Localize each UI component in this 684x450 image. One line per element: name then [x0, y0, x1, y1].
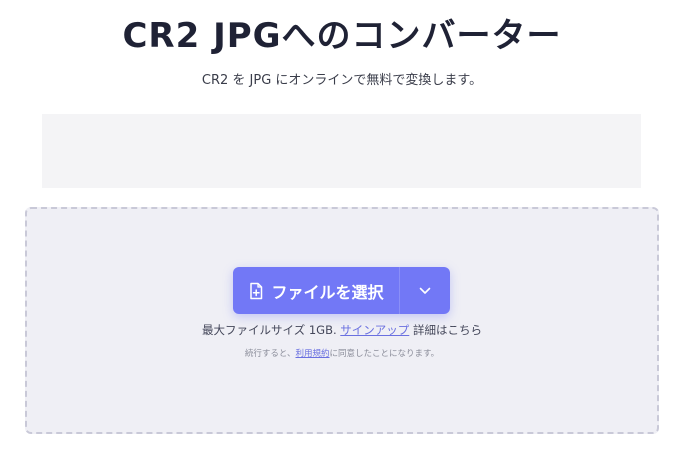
terms-notice: 続行すると、利用規約に同意したことになります。	[0, 348, 684, 360]
page-subtitle: CR2 を JPG にオンラインで無料で変換します。	[201, 73, 483, 88]
max-size-text: 最大ファイルサイズ 1GB.	[202, 323, 337, 337]
page-title: CR2 JPGへのコンバーター	[122, 16, 562, 56]
source-dropdown-toggle[interactable]	[400, 267, 450, 314]
select-file-label: ファイルを選択	[271, 282, 384, 302]
file-select-group: ファイルを選択	[233, 267, 450, 314]
file-plus-icon	[250, 282, 263, 299]
details-text: 詳細はこちら	[412, 323, 482, 337]
signup-link[interactable]: サインアップ	[340, 323, 409, 337]
file-dropzone[interactable]	[25, 207, 659, 434]
terms-link[interactable]: 利用規約	[296, 349, 330, 359]
converter-page: CR2 JPGへのコンバーター CR2 を JPG にオンラインで無料で変換しま…	[0, 0, 684, 450]
terms-prefix: 続行すると、	[244, 349, 296, 359]
select-file-button[interactable]: ファイルを選択	[233, 267, 400, 314]
chevron-down-icon	[419, 287, 431, 294]
terms-suffix: に同意したことになります。	[329, 349, 440, 359]
banner-placeholder	[42, 114, 641, 188]
file-size-info: 最大ファイルサイズ 1GB. サインアップ 詳細はこちら	[0, 322, 684, 338]
